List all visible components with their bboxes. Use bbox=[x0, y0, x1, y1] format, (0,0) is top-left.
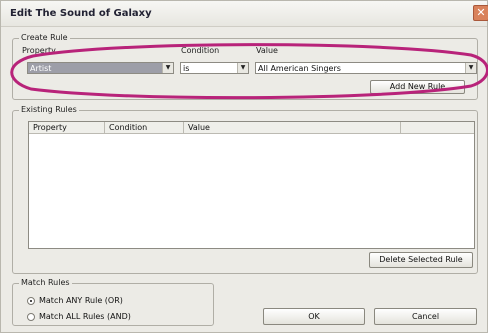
column-header-condition[interactable]: Condition bbox=[105, 122, 184, 133]
existing-rules-list[interactable]: Property Condition Value bbox=[28, 121, 475, 249]
match-rules-legend: Match Rules bbox=[19, 278, 72, 287]
condition-label: Condition bbox=[181, 46, 220, 55]
title-bar: Edit The Sound of Galaxy ✕ bbox=[1, 1, 488, 27]
condition-dropdown[interactable]: is ▼ bbox=[180, 62, 249, 74]
chevron-down-icon[interactable]: ▼ bbox=[162, 63, 173, 73]
value-label: Value bbox=[256, 46, 278, 55]
delete-selected-rule-button[interactable]: Delete Selected Rule bbox=[369, 252, 473, 268]
create-rule-legend: Create Rule bbox=[19, 33, 70, 42]
value-dropdown[interactable]: All American Singers ▼ bbox=[255, 62, 477, 74]
radio-indicator[interactable] bbox=[27, 297, 35, 305]
dialog-title: Edit The Sound of Galaxy bbox=[10, 8, 152, 19]
match-any-label: Match ANY Rule (OR) bbox=[39, 296, 123, 305]
existing-rules-legend: Existing Rules bbox=[19, 105, 79, 114]
chevron-down-icon[interactable]: ▼ bbox=[465, 63, 476, 73]
value-dropdown-value: All American Singers bbox=[258, 64, 341, 73]
dialog-window: Edit The Sound of Galaxy ✕ Create Rule P… bbox=[0, 0, 488, 333]
ok-button[interactable]: OK bbox=[263, 308, 365, 325]
condition-dropdown-value: is bbox=[183, 64, 190, 73]
add-new-rule-button[interactable]: Add New Rule bbox=[370, 80, 465, 94]
cancel-button[interactable]: Cancel bbox=[374, 308, 477, 325]
column-header-property[interactable]: Property bbox=[29, 122, 105, 133]
list-header: Property Condition Value bbox=[29, 122, 474, 134]
property-dropdown-value: Artist bbox=[30, 64, 52, 73]
column-header-value[interactable]: Value bbox=[184, 122, 401, 133]
chevron-down-icon[interactable]: ▼ bbox=[237, 63, 248, 73]
radio-indicator[interactable] bbox=[27, 313, 35, 321]
close-icon[interactable]: ✕ bbox=[473, 5, 488, 21]
property-dropdown[interactable]: Artist ▼ bbox=[27, 62, 174, 74]
property-label: Property bbox=[22, 46, 56, 55]
match-all-label: Match ALL Rules (AND) bbox=[39, 312, 131, 321]
